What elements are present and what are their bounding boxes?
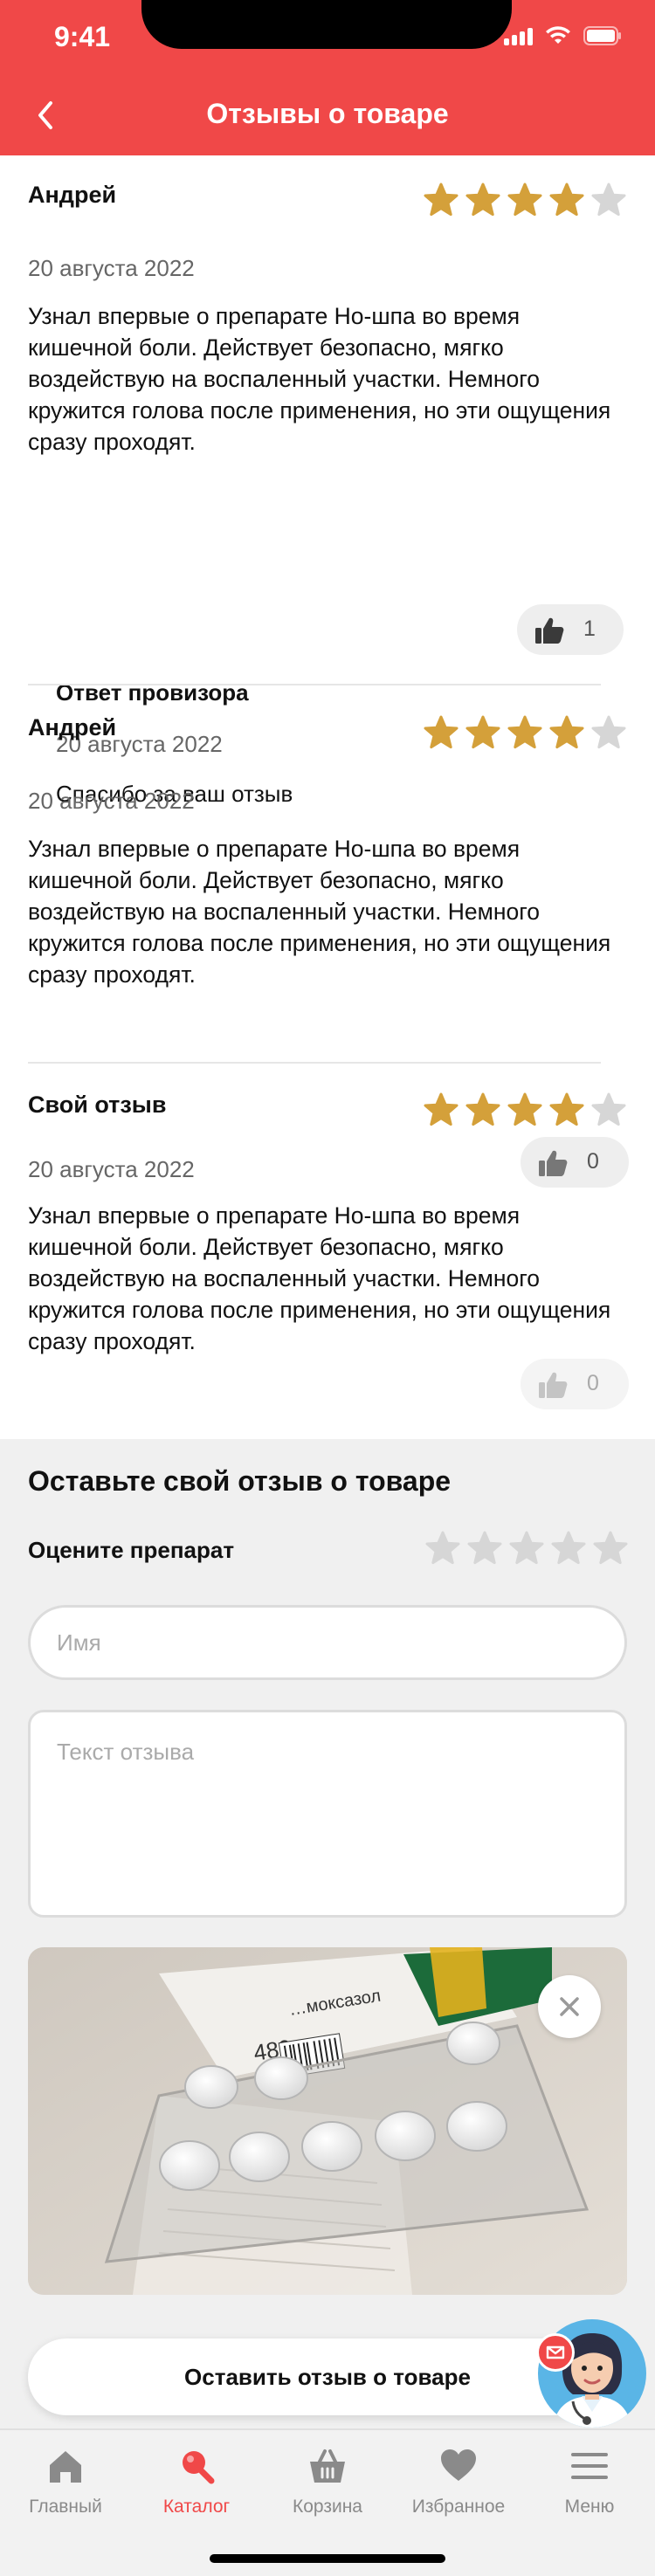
battery-icon xyxy=(583,26,622,45)
home-indicator xyxy=(210,2554,445,2563)
tab-menu[interactable]: Меню xyxy=(524,2446,655,2533)
review-rating xyxy=(423,1092,627,1128)
thumbs-up-icon xyxy=(539,1372,568,1398)
review-rating xyxy=(423,714,627,751)
rating-input[interactable] xyxy=(424,1530,629,1567)
rate-label: Оцените препарат xyxy=(28,1537,235,1563)
device-notch xyxy=(141,0,512,49)
star-filled-icon xyxy=(424,183,458,217)
star-empty-icon[interactable] xyxy=(508,1530,545,1567)
tab-label: Каталог xyxy=(162,2497,231,2517)
star-filled-icon xyxy=(424,715,458,749)
review-author: Свой отзыв xyxy=(28,1092,167,1118)
chat-badge[interactable] xyxy=(536,2333,575,2372)
tab-cart[interactable]: Корзина xyxy=(262,2446,393,2533)
medicine-photo: …моксазол 480 мг xyxy=(28,1947,627,2295)
review-card: Андрей 20 августа 2022 Узнал впервые о п… xyxy=(28,182,627,655)
star-filled-icon xyxy=(465,183,500,217)
like-button[interactable]: 1 xyxy=(517,604,624,655)
tab-catalog[interactable]: Каталог xyxy=(131,2446,262,2533)
divider xyxy=(28,684,601,685)
star-empty-icon[interactable] xyxy=(592,1530,629,1567)
divider xyxy=(28,1062,601,1064)
menu-icon xyxy=(571,2453,608,2479)
attached-photo: …моксазол 480 мг xyxy=(28,1947,627,2295)
review-date: 20 августа 2022 xyxy=(28,1156,195,1182)
review-rating xyxy=(423,182,627,218)
like-button[interactable]: 0 xyxy=(521,1359,629,1409)
wifi-icon xyxy=(545,26,571,45)
close-icon xyxy=(560,1997,579,2016)
basket-icon xyxy=(310,2449,345,2483)
tab-label: Избранное xyxy=(411,2497,506,2517)
chat-icon xyxy=(546,2345,565,2359)
review-date: 20 августа 2022 xyxy=(28,788,195,814)
leave-review-title: Оставьте свой отзыв о товаре xyxy=(28,1465,452,1497)
star-filled-icon xyxy=(507,183,542,217)
home-icon xyxy=(50,2451,81,2483)
star-empty-icon[interactable] xyxy=(424,1530,461,1567)
review-date: 20 августа 2022 xyxy=(28,255,195,281)
tab-favorites[interactable]: Избранное xyxy=(393,2446,524,2533)
star-empty-icon[interactable] xyxy=(466,1530,503,1567)
review-author: Андрей xyxy=(28,182,117,208)
tab-label: Меню xyxy=(564,2497,615,2517)
app-header: 9:41 Отзывы о товаре xyxy=(0,0,655,155)
review-text: Узнал впервые о препарате Но-шпа во врем… xyxy=(28,303,611,455)
status-time: 9:41 xyxy=(54,21,111,52)
like-count: 1 xyxy=(583,616,596,641)
star-filled-icon xyxy=(549,715,584,749)
tab-home[interactable]: Главный xyxy=(0,2446,131,2533)
star-filled-icon xyxy=(507,715,542,749)
heart-icon xyxy=(441,2449,476,2481)
cellular-signal-icon xyxy=(504,26,533,45)
review-text-input[interactable] xyxy=(28,1710,627,1918)
review-author: Андрей xyxy=(28,714,117,740)
bottom-tab-bar: Главный Каталог Корзина Избранное Меню xyxy=(0,2428,655,2576)
star-empty-icon xyxy=(591,183,626,217)
leave-review-section: Оставьте свой отзыв о товаре Оцените пре… xyxy=(0,1439,655,2428)
star-empty-icon xyxy=(591,1092,626,1126)
star-filled-icon xyxy=(465,1092,500,1126)
star-filled-icon xyxy=(465,715,500,749)
tab-label: Корзина xyxy=(293,2497,362,2517)
status-icons xyxy=(504,26,622,45)
review-text: Узнал впервые о препарате Но-шпа во врем… xyxy=(28,1202,611,1354)
star-filled-icon xyxy=(507,1092,542,1126)
search-icon xyxy=(183,2451,215,2484)
page-title: Отзывы о товаре xyxy=(206,98,449,129)
review-text: Узнал впервые о препарате Но-шпа во врем… xyxy=(28,836,611,988)
header-row: Отзывы о товаре xyxy=(0,84,655,147)
review-card: Свой отзыв 20 августа 2022 Узнал впервые… xyxy=(28,1092,629,1432)
star-filled-icon xyxy=(424,1092,458,1126)
status-bar: 9:41 xyxy=(0,0,655,77)
like-count: 0 xyxy=(587,1371,599,1395)
thumbs-up-icon xyxy=(535,617,564,644)
star-empty-icon xyxy=(591,715,626,749)
star-filled-icon xyxy=(549,183,584,217)
remove-photo-button[interactable] xyxy=(538,1975,601,2038)
name-input[interactable] xyxy=(28,1605,627,1680)
tab-label: Главный xyxy=(29,2497,102,2517)
star-empty-icon[interactable] xyxy=(550,1530,587,1567)
reviews-list: Андрей 20 августа 2022 Узнал впервые о п… xyxy=(0,155,655,1439)
star-filled-icon xyxy=(549,1092,584,1126)
